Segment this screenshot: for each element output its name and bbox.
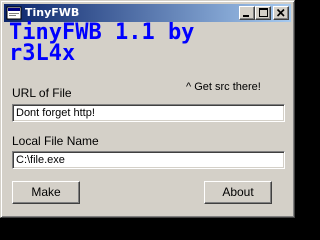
url-label: URL of File	[12, 86, 72, 100]
about-button[interactable]: About	[204, 181, 272, 204]
minimize-icon	[243, 15, 249, 17]
window-title: TinyFWB	[25, 6, 80, 19]
close-button[interactable]	[273, 6, 289, 20]
url-input[interactable]: Dont forget http!	[12, 104, 285, 122]
local-file-input[interactable]: C:\file.exe	[12, 151, 285, 169]
source-note: ^ Get src there!	[186, 81, 261, 93]
minimize-button[interactable]	[239, 6, 255, 20]
app-heading: TinyFWB 1.1 by r3L4x	[9, 22, 294, 66]
close-icon	[276, 8, 285, 17]
make-button[interactable]: Make	[12, 181, 80, 204]
local-file-label: Local File Name	[12, 134, 99, 148]
maximize-button[interactable]	[255, 6, 271, 20]
app-window: TinyFWB TinyFWB 1.1 by r3L4x ^ Get src th…	[0, 0, 295, 218]
app-icon	[6, 5, 22, 21]
heading-line-2: r3L4x	[9, 41, 76, 66]
maximize-icon	[259, 8, 268, 17]
